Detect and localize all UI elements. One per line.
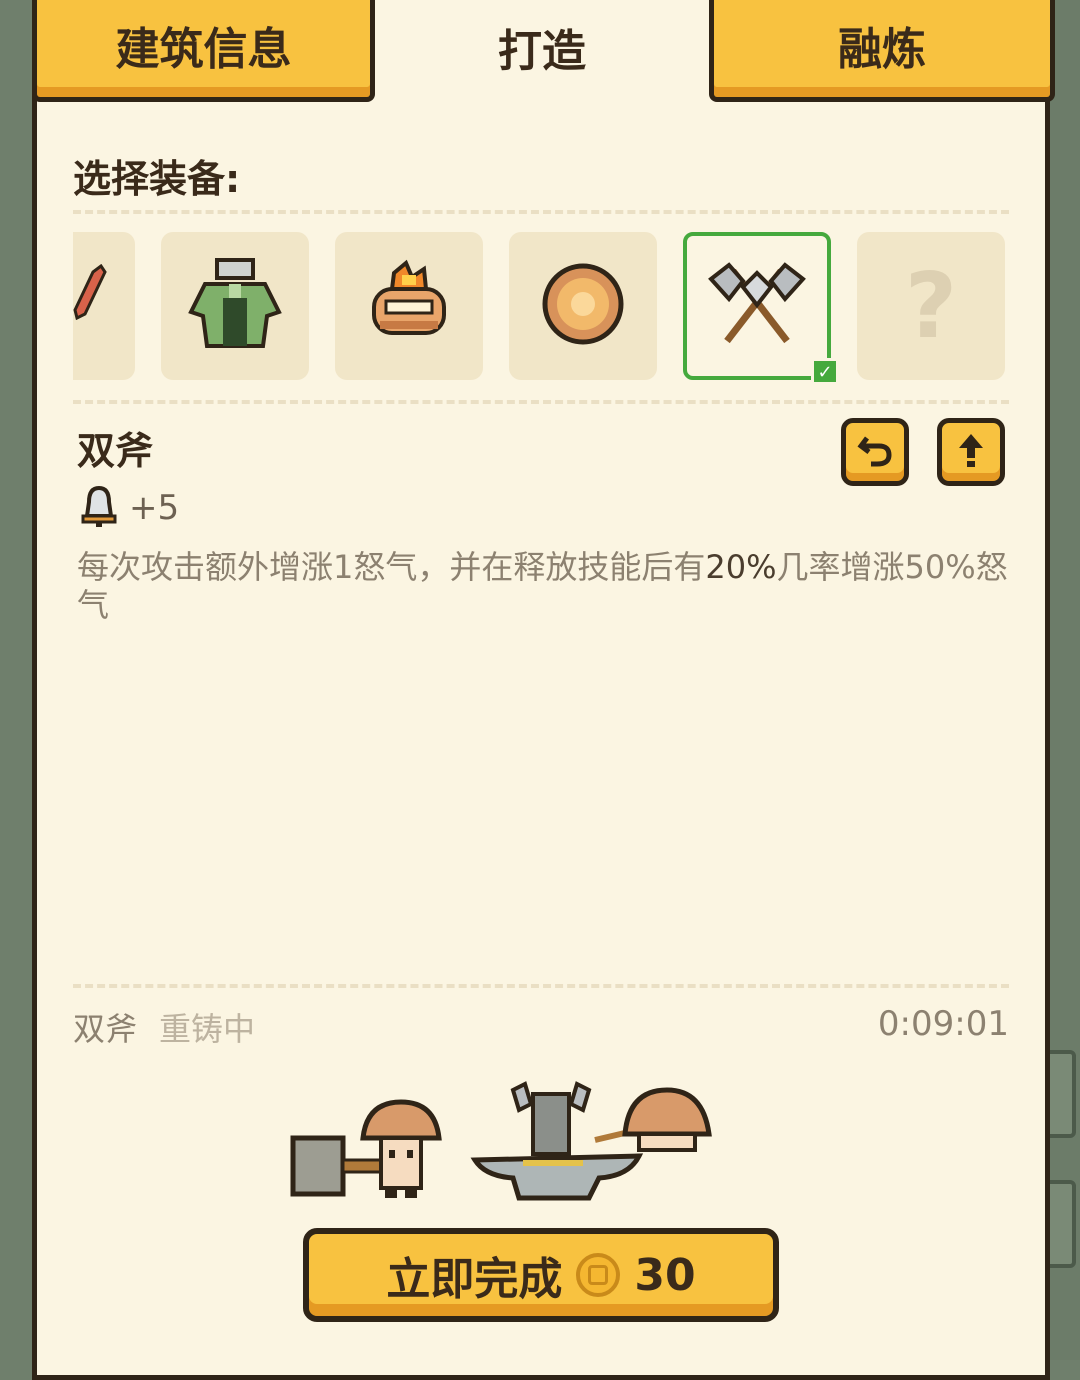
gold-coin-icon: [576, 1253, 621, 1297]
forging-animation: [289, 1080, 719, 1210]
divider: [73, 984, 1009, 988]
item-stat: +5: [77, 484, 179, 532]
stat-value: +5: [129, 488, 180, 528]
blacksmith-scene: [290, 1081, 712, 1201]
undo-arrow-icon: [857, 432, 893, 472]
bronze-shield-icon: [538, 259, 628, 353]
double-axe-icon: [707, 259, 807, 353]
forging-state: 重铸中: [159, 1010, 256, 1048]
equipment-slot[interactable]: [509, 232, 657, 380]
complete-button-cost: 30: [634, 1249, 696, 1301]
forging-timer: 0:09:01: [877, 1004, 1009, 1044]
reforge-button[interactable]: [841, 418, 909, 486]
equipment-slot[interactable]: [73, 232, 135, 380]
forge-panel: 建筑信息 打造 融炼 选择装备: ✓ ? 双斧 +5 每次攻击额外增涨1怒气，并…: [32, 0, 1055, 1380]
flame-bowl-icon: [364, 259, 454, 353]
item-name: 双斧: [77, 429, 154, 473]
tab-building-info[interactable]: 建筑信息: [32, 0, 375, 102]
bell-icon: [77, 484, 121, 532]
equipment-slot[interactable]: [161, 232, 309, 380]
equipment-slot[interactable]: [335, 232, 483, 380]
select-equipment-title: 选择装备:: [73, 157, 241, 201]
description-highlight: 20%: [705, 548, 777, 586]
equipment-slot-selected[interactable]: ✓: [683, 232, 839, 382]
green-robe-icon: [185, 254, 285, 358]
tab-bar: 建筑信息 打造 融炼: [32, 0, 1055, 105]
tab-forge[interactable]: 打造: [375, 0, 709, 102]
equipment-slot-list[interactable]: ✓ ?: [73, 232, 1009, 382]
description-text: 每次攻击额外增涨1怒气，并在释放技能后有: [77, 548, 706, 586]
red-feather-icon: [73, 263, 107, 324]
instant-complete-button[interactable]: 立即完成 30: [303, 1228, 779, 1322]
equipment-slot-locked[interactable]: ?: [857, 232, 1005, 380]
selected-check-icon: ✓: [811, 358, 839, 382]
forging-item-name: 双斧: [73, 1010, 138, 1048]
divider: [73, 400, 1009, 404]
complete-button-label: 立即完成: [386, 1254, 563, 1305]
tab-smelt[interactable]: 融炼: [709, 0, 1055, 102]
item-description: 每次攻击额外增涨1怒气，并在释放技能后有20%几率增涨50%怒气: [77, 548, 1017, 624]
question-mark-icon: ?: [904, 253, 958, 359]
divider: [73, 210, 1009, 214]
upgrade-button[interactable]: [937, 418, 1005, 486]
up-arrow-icon: [956, 432, 986, 472]
